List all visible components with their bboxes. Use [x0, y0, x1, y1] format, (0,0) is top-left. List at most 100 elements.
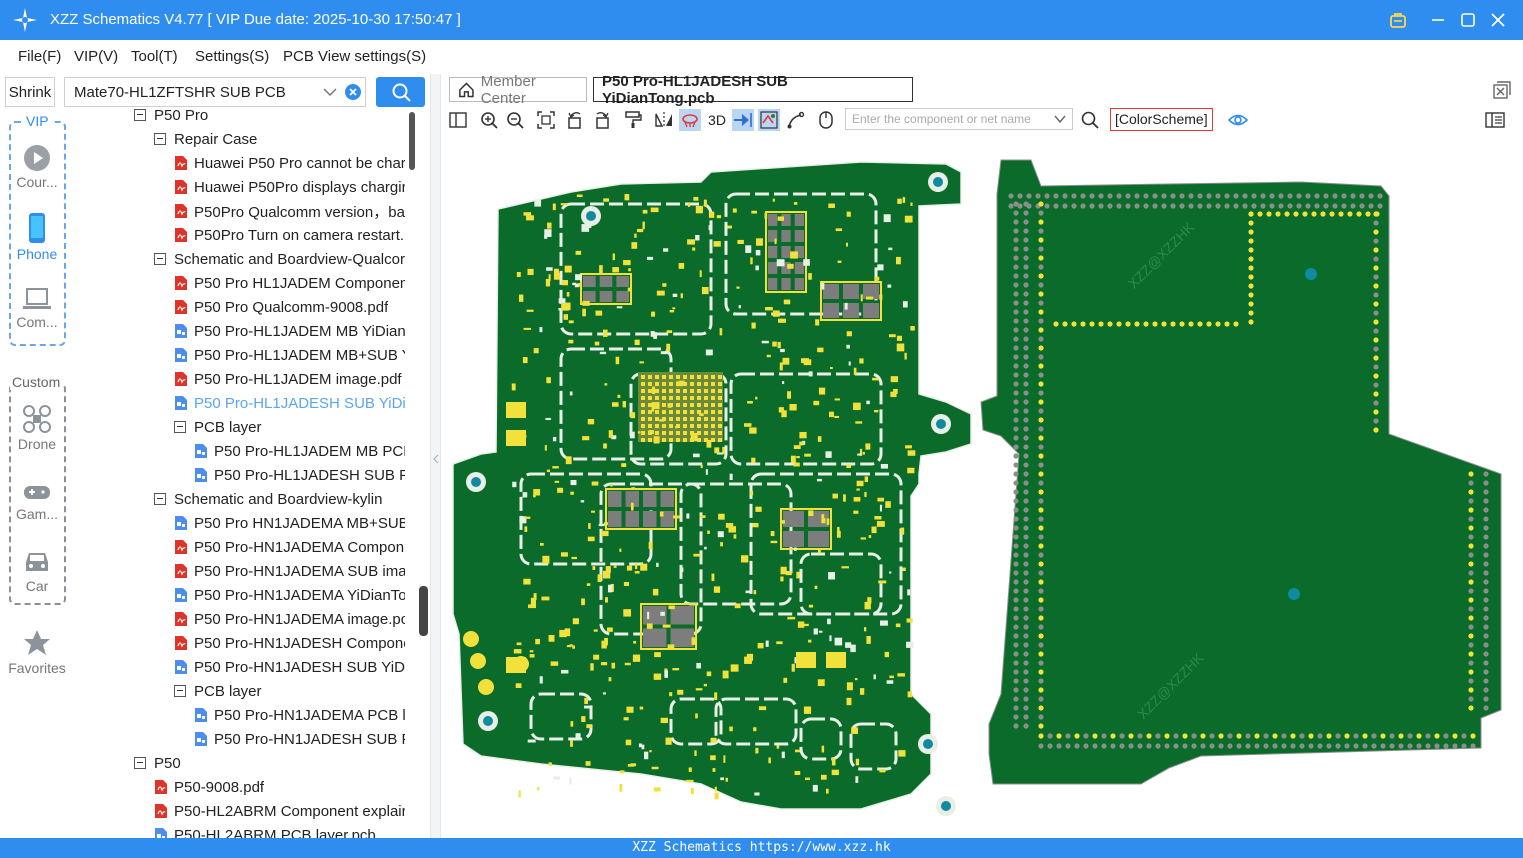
rail-item-phone[interactable]: Phone: [0, 212, 74, 262]
search-button[interactable]: [376, 77, 425, 107]
tree-file[interactable]: P50 Pro-HN1JADESH SUB YiDia: [174, 655, 405, 679]
tree-file[interactable]: P50 Pro-HL1JADEM MB+SUB Yi: [174, 343, 405, 367]
tree-item-label: P50 Pro-HN1JADEMA image.pc: [194, 610, 405, 628]
rail-item-drone[interactable]: Drone: [0, 404, 74, 452]
tab-member-center[interactable]: Member Center: [449, 73, 587, 107]
via: [1200, 733, 1206, 739]
tree-file[interactable]: P50-HL2ABRM PCB layer.pcb: [154, 823, 376, 838]
collapse-toggle-icon[interactable]: [174, 685, 186, 697]
top-layer-button[interactable]: [679, 109, 701, 131]
tree-file[interactable]: P50 Pro-HN1JADEMA SUB imag: [174, 559, 405, 583]
menu-tool[interactable]: Tool(T): [131, 48, 178, 65]
menu-file[interactable]: File(F): [18, 48, 61, 65]
minimize-button[interactable]: [1426, 8, 1450, 32]
chevron-down-icon[interactable]: [1054, 114, 1066, 124]
via: [1013, 426, 1019, 432]
measure-button[interactable]: [785, 109, 807, 131]
menu-settings[interactable]: Settings(S): [195, 48, 269, 65]
vip-bag-icon[interactable]: [1386, 8, 1410, 32]
tree-file[interactable]: P50 Pro Qualcomm-9008.pdf: [174, 295, 388, 319]
tree-file[interactable]: P50 Pro HN1JADEMA MB+SUB: [174, 511, 405, 535]
menu-vip[interactable]: VIP(V): [74, 48, 118, 65]
mirror-button[interactable]: [653, 109, 675, 131]
smd-pad: [672, 668, 680, 671]
tree-file[interactable]: P50 Pro-HL1JADESH SUB YiDiar: [174, 391, 405, 415]
rail-item-course[interactable]: Cour...: [0, 144, 74, 190]
via: [1161, 193, 1167, 199]
tree-folder[interactable]: P50 Pro: [134, 108, 208, 127]
highlight-brush-button[interactable]: [622, 109, 644, 131]
rotate-left-button[interactable]: [564, 109, 586, 131]
tree-file[interactable]: P50 Pro-HN1JADEMA Compon: [174, 535, 404, 559]
tree-file[interactable]: P50 Pro-HL1JADEM MB YiDian: [174, 319, 405, 343]
tree-file[interactable]: Huawei P50 Pro cannot be char: [174, 151, 405, 175]
view-3d-button[interactable]: 3D: [705, 109, 729, 131]
panel-scrollbar-thumb[interactable]: [419, 586, 428, 636]
zoom-out-button[interactable]: [504, 109, 526, 131]
collapse-toggle-icon[interactable]: [154, 493, 166, 505]
tree-folder[interactable]: Schematic and Boardview-kylin: [154, 487, 382, 511]
fit-view-button[interactable]: [535, 109, 557, 131]
shrink-button[interactable]: Shrink: [5, 77, 55, 107]
pin-button[interactable]: [732, 109, 754, 131]
tree-file[interactable]: P50Pro Qualcomm version，ba:: [174, 199, 405, 223]
rail-item-favorites[interactable]: Favorites: [0, 628, 74, 676]
collapse-toggle-icon[interactable]: [134, 109, 146, 121]
close-button[interactable]: [1486, 8, 1510, 32]
tree-folder[interactable]: PCB layer: [174, 679, 262, 703]
smd-pad: [653, 436, 660, 444]
pcb-canvas[interactable]: XZZ@XZZHK XZZ@XZZHK: [441, 134, 1523, 838]
collapse-left-icon[interactable]: [433, 454, 439, 464]
smd-pad: [781, 520, 785, 524]
via: [1038, 651, 1044, 657]
rail-item-computer[interactable]: Com...: [0, 286, 74, 330]
tree-file[interactable]: P50 Pro-HN1JADEMA image.pc: [174, 607, 405, 631]
tree-item-label: P50 Pro HN1JADEMA MB+SUB: [194, 514, 405, 532]
properties-panel-button[interactable]: [1484, 109, 1506, 131]
tree-file[interactable]: P50-HL2ABRM Component explair: [154, 799, 405, 823]
rail-item-car[interactable]: Car: [0, 548, 74, 594]
search-input[interactable]: Mate70-HL1ZFTSHR SUB PCB: [64, 77, 366, 107]
bga-ball: [704, 375, 708, 379]
tree-file[interactable]: P50 Pro-HN1JADEMA YiDianTo: [174, 583, 405, 607]
zoom-in-button[interactable]: [478, 109, 500, 131]
tree-folder[interactable]: Repair Case: [154, 127, 257, 151]
close-all-tabs-icon[interactable]: [1493, 81, 1511, 99]
collapse-toggle-icon[interactable]: [134, 757, 146, 769]
pcb-view[interactable]: XZZ@XZZHK XZZ@XZZHK: [441, 134, 1523, 838]
net-search-input[interactable]: Enter the component or net name: [845, 108, 1073, 130]
collapse-toggle-icon[interactable]: [154, 133, 166, 145]
collapse-toggle-icon[interactable]: [154, 253, 166, 265]
tree-file[interactable]: Huawei P50Pro displays chargir: [174, 175, 405, 199]
tree-folder[interactable]: Schematic and Boardview-Qualcor: [154, 247, 405, 271]
tree-file[interactable]: P50 Pro-HL1JADEM MB PCB: [194, 439, 405, 463]
chevron-down-icon[interactable]: [323, 86, 337, 98]
toggle-sidebar-button[interactable]: [447, 109, 469, 131]
tree-file[interactable]: P50 Pro-HN1JADEMA PCB la: [194, 703, 405, 727]
smd-pad: [717, 531, 724, 538]
rotate-right-button[interactable]: [591, 109, 613, 131]
tree-folder[interactable]: P50: [134, 751, 181, 775]
panel-splitter[interactable]: [430, 74, 441, 838]
net-highlight-button[interactable]: [758, 109, 780, 131]
mouse-mode-button[interactable]: [815, 109, 837, 131]
bga-ball: [690, 382, 694, 386]
tab-document[interactable]: P50 Pro-HL1JADESH SUB YiDianTong.pcb: [593, 73, 913, 107]
rail-item-game[interactable]: Gam...: [0, 480, 74, 522]
tree-file[interactable]: P50 Pro HL1JADEM Componen: [174, 271, 405, 295]
clear-icon[interactable]: [345, 84, 361, 100]
tree-folder[interactable]: PCB layer: [174, 415, 262, 439]
tree-scrollbar-thumb[interactable]: [409, 112, 415, 170]
collapse-toggle-icon[interactable]: [174, 421, 186, 433]
tree-file[interactable]: P50 Pro-HL1JADESH SUB PC: [194, 463, 405, 487]
menu-pcb-view-settings[interactable]: PCB View settings(S): [283, 48, 426, 65]
color-scheme-button[interactable]: [ColorScheme]: [1110, 108, 1213, 131]
tree-file[interactable]: P50 Pro-HN1JADESH SUB PC: [194, 727, 405, 751]
net-search-button[interactable]: [1079, 109, 1101, 131]
tree-file[interactable]: P50 Pro-HL1JADEM image.pdf: [174, 367, 402, 391]
tree-file[interactable]: P50-9008.pdf: [154, 775, 264, 799]
visibility-button[interactable]: [1227, 109, 1249, 131]
maximize-button[interactable]: [1456, 8, 1480, 32]
tree-file[interactable]: P50Pro Turn on camera restart.p: [174, 223, 405, 247]
tree-file[interactable]: P50 Pro-HN1JADESH Compone: [174, 631, 405, 655]
